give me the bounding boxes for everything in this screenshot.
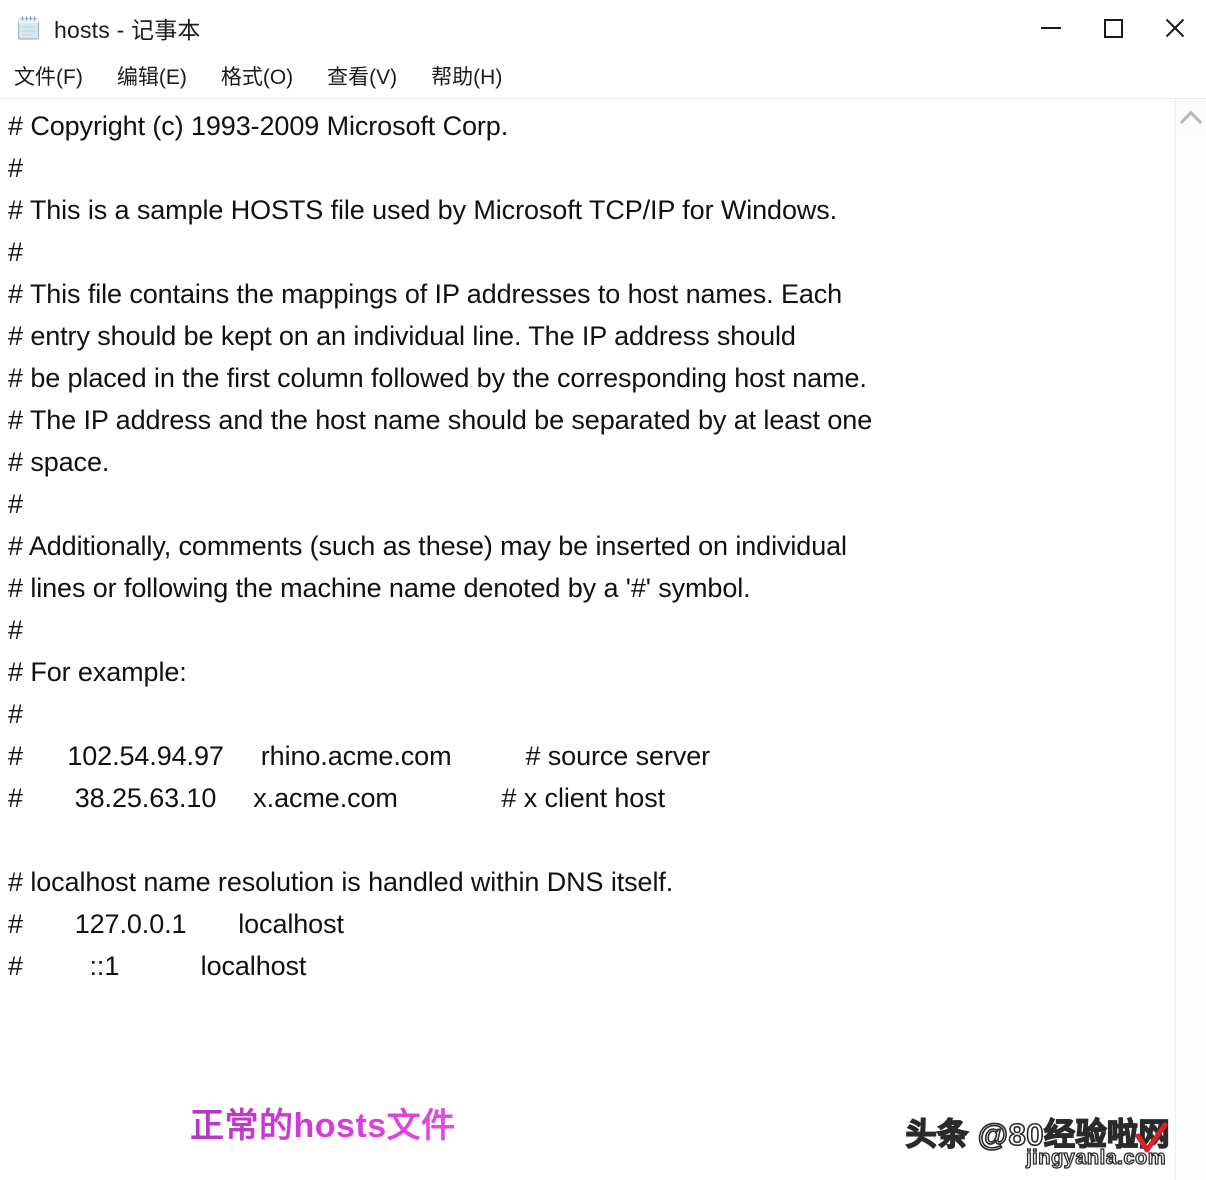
watermark-main-text: 头条 @80经验啦网	[905, 1117, 1170, 1153]
menu-item-file[interactable]: 文件(F)	[14, 67, 83, 88]
close-button[interactable]	[1144, 0, 1206, 56]
title-bar[interactable]: hosts - 记事本	[0, 0, 1206, 56]
maximize-button[interactable]	[1082, 0, 1144, 56]
minimize-icon	[1041, 27, 1061, 29]
scroll-up-arrow[interactable]	[1176, 105, 1206, 133]
watermark-main-label: 头条 @80经验啦网	[905, 1117, 1170, 1152]
notepad-icon	[16, 14, 42, 42]
menu-bar: 文件(F) 编辑(E) 格式(O) 查看(V) 帮助(H)	[0, 56, 1206, 99]
scrollbar-track[interactable]	[1176, 133, 1206, 1180]
minimize-button[interactable]	[1020, 0, 1082, 56]
title-bar-left: hosts - 记事本	[0, 11, 1020, 45]
menu-item-format[interactable]: 格式(O)	[221, 67, 293, 88]
window-controls	[1020, 0, 1206, 56]
notepad-window: hosts - 记事本 文件(F) 编辑(E) 格式(O) 查看(V) 帮助(H…	[0, 0, 1206, 1180]
chevron-up-icon	[1179, 110, 1203, 133]
window-title: hosts - 记事本	[54, 17, 201, 43]
vertical-scrollbar[interactable]	[1175, 99, 1206, 1180]
close-icon	[1163, 16, 1187, 40]
menu-item-help[interactable]: 帮助(H)	[431, 67, 502, 88]
menu-item-view[interactable]: 查看(V)	[327, 67, 397, 88]
watermark: 头条 @80经验啦网 jingyanla.com	[905, 1117, 1170, 1168]
editor-area: # Copyright (c) 1993-2009 Microsoft Corp…	[0, 99, 1206, 1180]
text-editor[interactable]: # Copyright (c) 1993-2009 Microsoft Corp…	[0, 99, 1175, 1180]
hosts-file-content[interactable]: # Copyright (c) 1993-2009 Microsoft Corp…	[0, 105, 1175, 987]
menu-item-edit[interactable]: 编辑(E)	[117, 67, 187, 88]
maximize-icon	[1103, 18, 1123, 38]
annotation-label: 正常的hosts文件	[190, 1098, 456, 1147]
